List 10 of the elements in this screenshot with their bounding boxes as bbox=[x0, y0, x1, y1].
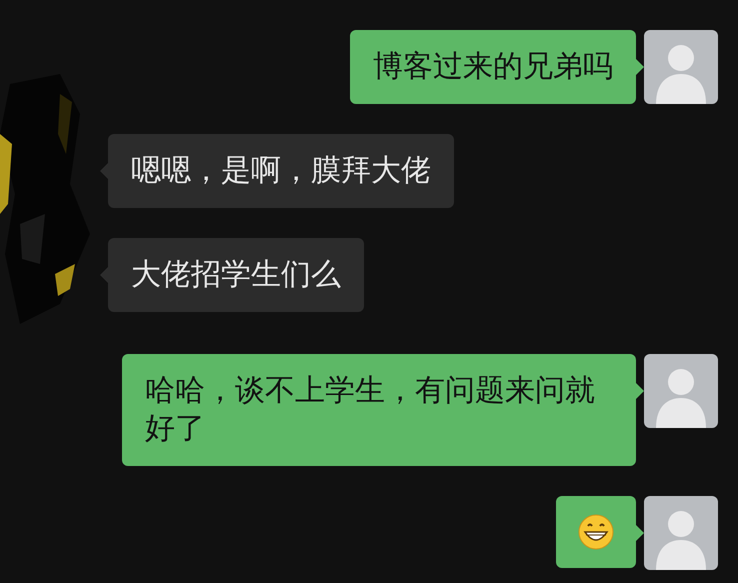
message-bubble: 博客过来的兄弟吗 bbox=[350, 30, 636, 104]
message-bubble: 大佬招学生们么 bbox=[108, 238, 364, 312]
message-bubble: 哈哈，谈不上学生，有问题来问就好了 bbox=[122, 354, 636, 466]
avatar[interactable] bbox=[644, 354, 718, 428]
message-bubble: 嗯嗯，是啊，膜拜大佬 bbox=[108, 134, 454, 208]
avatar[interactable] bbox=[644, 496, 718, 570]
grinning-face-icon bbox=[578, 514, 614, 550]
avatar[interactable] bbox=[644, 30, 718, 104]
bubble-tail bbox=[100, 267, 108, 283]
bubble-tail bbox=[100, 163, 108, 179]
